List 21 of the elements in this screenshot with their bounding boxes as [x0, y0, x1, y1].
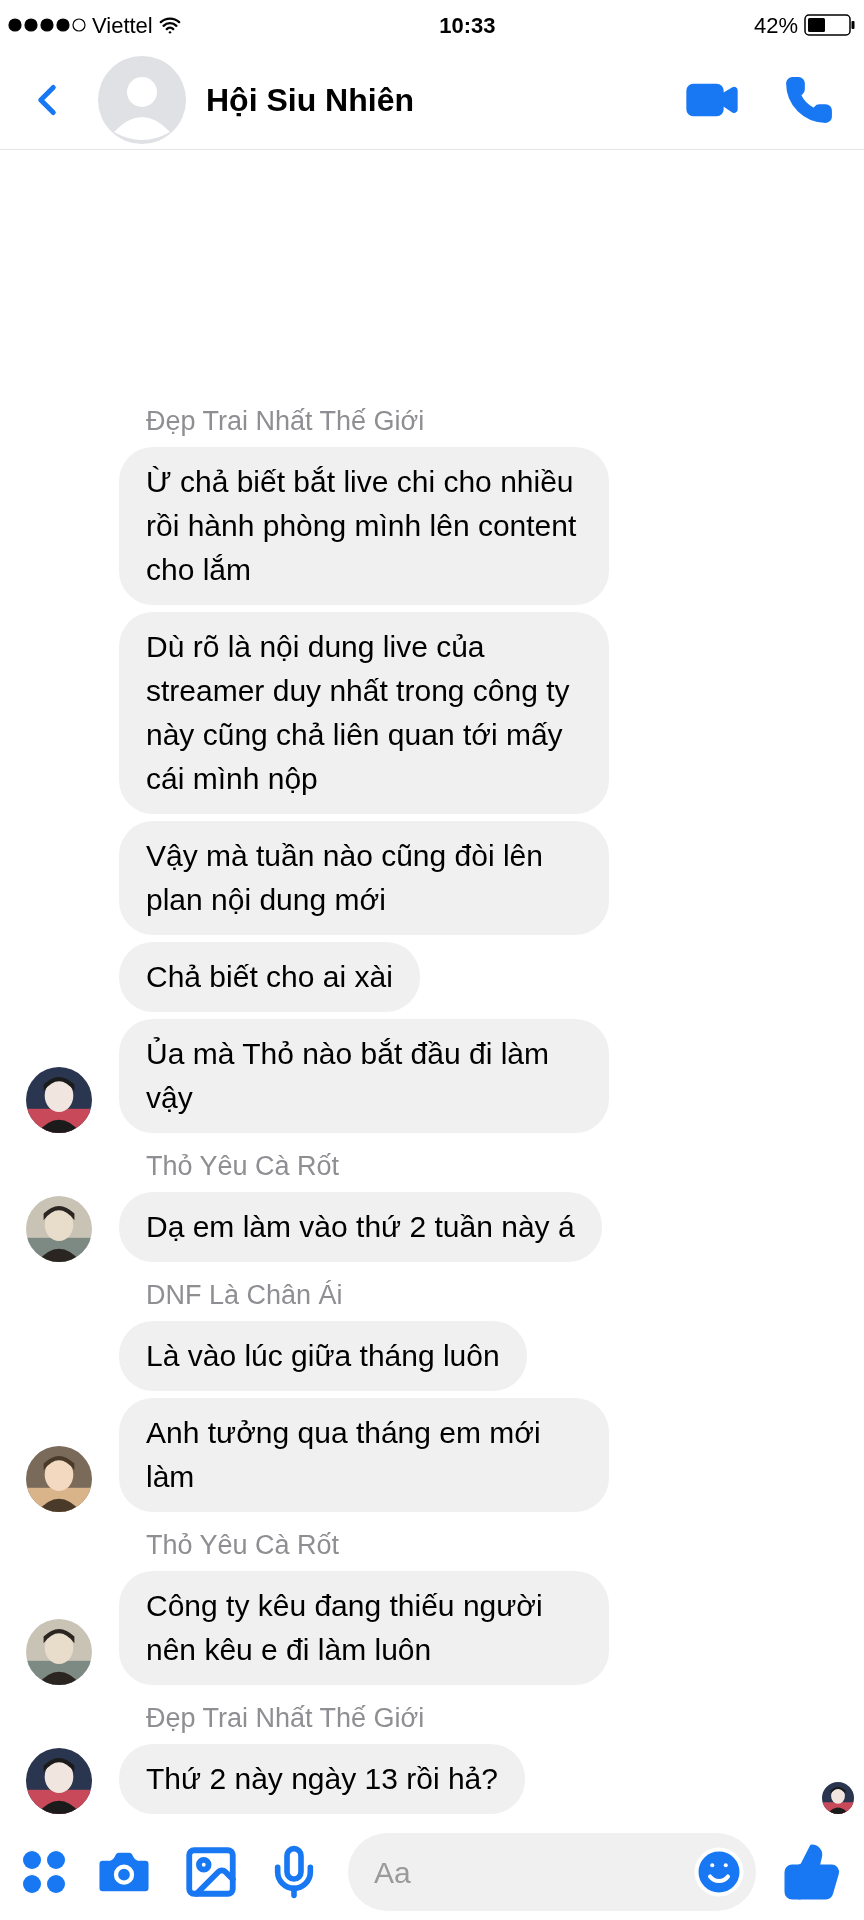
- sender-name: Đẹp Trai Nhất Thế Giới: [145, 405, 425, 438]
- message-field[interactable]: Aa: [348, 1833, 756, 1911]
- battery-percent: 42%: [753, 11, 798, 40]
- sender-name: Thỏ Yêu Cà Rốt: [145, 1150, 340, 1183]
- sender-name: Đẹp Trai Nhất Thế Giới: [145, 1702, 425, 1735]
- message-bubble: Ủa mà Thỏ nào bắt đầu đi làm vậy: [119, 1019, 609, 1133]
- chat-title: Hội Siu Nhiên: [206, 80, 415, 120]
- clock-time: 10:33: [439, 11, 496, 40]
- carrier-name: Viettel: [92, 11, 153, 40]
- message-bubble: Anh tưởng qua tháng em mới làm: [119, 1398, 609, 1512]
- sender-name: DNF Là Chân Ái: [145, 1279, 343, 1312]
- message-bubble: Chả biết cho ai xài: [119, 942, 420, 1012]
- message-input[interactable]: Aa: [374, 1849, 692, 1895]
- message-bubble: Dù rõ là nội dung live của streamer duy nhất trong công ty này cũng chả liên quan tới mấy cái mình nộp: [119, 612, 609, 814]
- message-bubble: Là vào lúc giữa tháng luôn: [119, 1321, 527, 1391]
- sender-name: Thỏ Yêu Cà Rốt: [145, 1529, 340, 1562]
- message-bubble: Vậy mà tuần nào cũng đòi lên plan nội dung mới: [119, 821, 609, 935]
- message-bubble: Dạ em làm vào thứ 2 tuần này á: [119, 1192, 602, 1262]
- message-bubble: Thứ 2 này ngày 13 rồi hả?: [119, 1744, 525, 1814]
- message-bubble: Ừ chả biết bắt live chi cho nhiều rồi hành phòng mình lên content cho lắm: [119, 447, 609, 605]
- message-bubble: Công ty kêu đang thiếu người nên kêu e đi làm luôn: [119, 1571, 609, 1685]
